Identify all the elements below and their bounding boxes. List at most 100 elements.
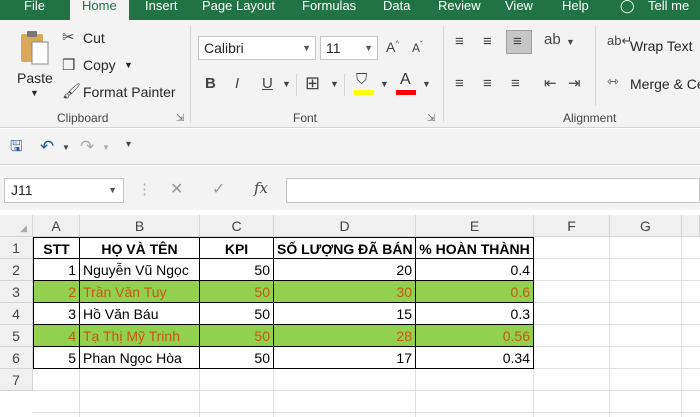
cell-e5[interactable]: 0.56	[416, 325, 534, 347]
tab-data[interactable]: Data	[383, 0, 410, 20]
cell-e2[interactable]: 0.4	[416, 259, 534, 281]
empty-cells[interactable]	[33, 369, 534, 417]
select-all-corner[interactable]	[0, 215, 33, 237]
font-name-select[interactable]: Calibri ▼	[198, 36, 316, 60]
borders-icon[interactable]: ⊞	[305, 74, 320, 92]
underline-dropdown-icon[interactable]: ▼	[282, 80, 291, 89]
clipboard-launcher-icon[interactable]: ⇲	[176, 113, 184, 124]
cell-c1[interactable]: KPI	[200, 237, 274, 259]
row-header-5[interactable]: 5	[0, 325, 33, 347]
cell-e6[interactable]: 0.34	[416, 347, 534, 369]
cut-button[interactable]: Cut	[83, 30, 105, 46]
cell-c2[interactable]: 50	[200, 259, 274, 281]
customize-toolbar-icon[interactable]: ▾	[126, 140, 131, 150]
align-left-icon[interactable]: ≡	[455, 76, 464, 91]
save-icon[interactable]: 🖫	[10, 139, 23, 154]
paste-button[interactable]: Paste	[17, 70, 53, 86]
tab-home[interactable]: Home	[70, 0, 129, 22]
cell-c6[interactable]: 50	[200, 347, 274, 369]
copy-button[interactable]: Copy	[83, 57, 116, 73]
align-middle-icon[interactable]: ≡	[483, 34, 492, 49]
underline-button[interactable]: U	[262, 76, 273, 91]
cancel-icon[interactable]: ✕	[170, 182, 183, 198]
font-color-dropdown-icon[interactable]: ▼	[422, 80, 431, 89]
cell-b3[interactable]: Trần Văn Tuy	[80, 281, 200, 303]
cell-d6[interactable]: 17	[274, 347, 416, 369]
row-header-4[interactable]: 4	[0, 303, 33, 325]
insert-function-button[interactable]: fx	[254, 181, 268, 196]
fill-color-dropdown-icon[interactable]: ▼	[380, 80, 389, 89]
cell-a2[interactable]: 1	[33, 259, 80, 281]
undo-icon[interactable]: ↶	[40, 138, 54, 155]
cell-a3[interactable]: 2	[33, 281, 80, 303]
tab-view[interactable]: View	[505, 0, 533, 20]
cell-d5[interactable]: 28	[274, 325, 416, 347]
column-header-g[interactable]: G	[610, 215, 682, 237]
font-color-button[interactable]: A	[396, 72, 416, 96]
tab-insert[interactable]: Insert	[145, 0, 178, 20]
tab-formulas[interactable]: Formulas	[302, 0, 356, 20]
cell-b5[interactable]: Tạ Thị Mỹ Trinh	[80, 325, 200, 347]
cell-a4[interactable]: 3	[33, 303, 80, 325]
cell-c5[interactable]: 50	[200, 325, 274, 347]
cell-b2[interactable]: Nguyễn Vũ Ngọc	[80, 259, 200, 281]
cell-b6[interactable]: Phan Ngọc Hòa	[80, 347, 200, 369]
column-header-f[interactable]: F	[534, 215, 610, 237]
cell-e3[interactable]: 0.6	[416, 281, 534, 303]
tab-page-layout[interactable]: Page Layout	[202, 0, 275, 20]
cell-d2[interactable]: 20	[274, 259, 416, 281]
undo-dropdown-icon[interactable]: ▼	[62, 144, 70, 152]
column-header-c[interactable]: C	[200, 215, 274, 237]
name-box[interactable]: J11 ▼	[4, 178, 124, 203]
align-right-icon[interactable]: ≡	[511, 76, 520, 91]
orientation-icon[interactable]: ab	[544, 32, 561, 47]
align-center-icon[interactable]: ≡	[483, 76, 492, 91]
font-launcher-icon[interactable]: ⇲	[427, 113, 435, 124]
cell-c3[interactable]: 50	[200, 281, 274, 303]
tell-me-search[interactable]: Tell me	[648, 0, 689, 20]
cell-b1[interactable]: HỌ VÀ TÊN	[80, 237, 200, 259]
increase-font-icon[interactable]: A^	[386, 40, 399, 54]
row-header-6[interactable]: 6	[0, 347, 33, 369]
empty-cells[interactable]	[534, 237, 700, 417]
paste-dropdown-icon[interactable]: ▼	[30, 88, 39, 98]
align-top-icon[interactable]: ≡	[455, 34, 464, 49]
increase-indent-icon[interactable]: ⇥	[568, 76, 581, 91]
cell-a1[interactable]: STT	[33, 237, 80, 259]
decrease-font-icon[interactable]: Aˇ	[412, 41, 423, 55]
formula-input[interactable]	[286, 178, 700, 203]
cell-d3[interactable]: 30	[274, 281, 416, 303]
copy-dropdown-icon[interactable]: ▼	[124, 60, 133, 70]
tab-review[interactable]: Review	[438, 0, 481, 20]
column-header-b[interactable]: B	[80, 215, 200, 237]
cell-d4[interactable]: 15	[274, 303, 416, 325]
column-header-d[interactable]: D	[274, 215, 416, 237]
font-size-select[interactable]: 11 ▼	[320, 36, 378, 60]
row-header-7[interactable]: 7	[0, 369, 33, 391]
italic-button[interactable]: I	[235, 76, 239, 91]
decrease-indent-icon[interactable]: ⇤	[544, 76, 557, 91]
cell-a5[interactable]: 4	[33, 325, 80, 347]
fill-color-button[interactable]: ⛉	[354, 72, 374, 96]
row-header-2[interactable]: 2	[0, 259, 33, 281]
cell-d1[interactable]: SỐ LƯỢNG ĐÃ BÁN	[274, 237, 416, 259]
enter-icon[interactable]: ✓	[212, 182, 225, 198]
cell-c4[interactable]: 50	[200, 303, 274, 325]
format-painter-button[interactable]: Format Painter	[83, 84, 176, 100]
row-header-3[interactable]: 3	[0, 281, 33, 303]
column-header-e[interactable]: E	[416, 215, 534, 237]
tab-help[interactable]: Help	[562, 0, 589, 20]
cell-e1[interactable]: % HOÀN THÀNH	[416, 237, 534, 259]
redo-dropdown-icon[interactable]: ▼	[102, 144, 110, 152]
wrap-text-button[interactable]: Wrap Text	[630, 38, 693, 54]
merge-center-button[interactable]: Merge & Ce	[630, 76, 700, 92]
orientation-dropdown-icon[interactable]: ▼	[566, 38, 575, 47]
borders-dropdown-icon[interactable]: ▼	[330, 80, 339, 89]
cell-b4[interactable]: Hồ Văn Báu	[80, 303, 200, 325]
column-header-a[interactable]: A	[33, 215, 80, 237]
tab-file[interactable]: File	[24, 0, 45, 20]
column-header-h[interactable]	[682, 215, 700, 237]
align-bottom-button[interactable]: ≡	[506, 30, 532, 54]
row-header-1[interactable]: 1	[0, 237, 33, 259]
cell-a6[interactable]: 5	[33, 347, 80, 369]
